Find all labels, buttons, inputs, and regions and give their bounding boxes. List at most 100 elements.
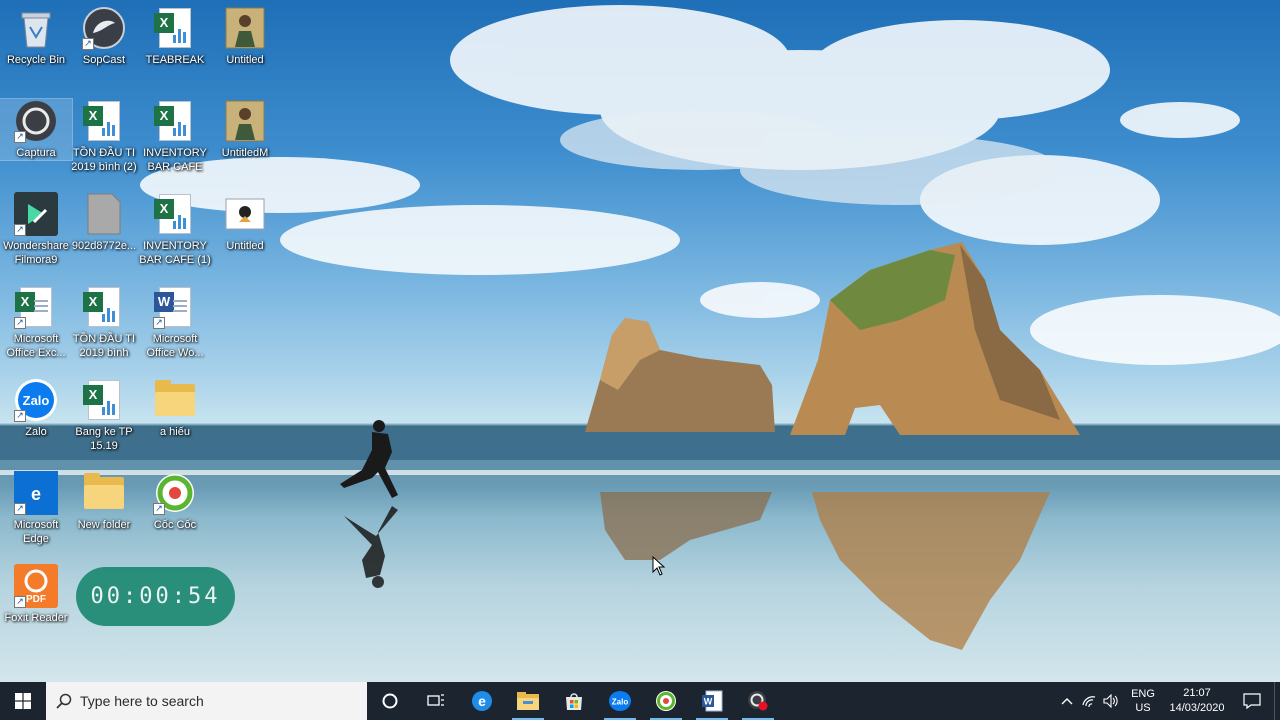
svg-text:Zalo: Zalo (23, 393, 50, 408)
desktop-icon-a-hieu[interactable]: a hiếu (139, 378, 211, 439)
desktop-icon-label: TEABREAK (145, 54, 205, 66)
desktop-icon-zalo[interactable]: Zalo ↗ Zalo (0, 378, 72, 439)
zalo-icon: Zalo ↗ (14, 378, 58, 422)
desktop-icon-label: TỒN ĐẦU TI 2019 bình (2) (71, 147, 137, 173)
captura-icon (748, 691, 768, 711)
desktop-icon-recycle-bin[interactable]: Recycle Bin (0, 6, 72, 67)
language-region: US (1135, 702, 1151, 714)
start-button[interactable] (0, 682, 46, 720)
show-desktop-button[interactable] (1274, 682, 1280, 720)
excel-file-icon: X (153, 192, 197, 236)
excel-file-icon: X (82, 99, 126, 143)
desktop-icon-word-app[interactable]: W ↗ Microsoft Office Wo... (139, 285, 211, 360)
file-icon (82, 192, 126, 236)
desktop-icon-inventory-bar-cafe-1[interactable]: X INVENTORY BAR CAFE (1) (139, 192, 211, 267)
network-button[interactable] (1078, 682, 1100, 720)
windows-logo-icon (15, 693, 31, 709)
desktop-icon-label: Zalo (25, 426, 47, 438)
desktop-icon-excel-app[interactable]: X ↗ Microsoft Office Exc... (0, 285, 72, 360)
desktop-icon-label: SopCast (82, 54, 126, 66)
image-file-icon (223, 99, 267, 143)
desktop-icon-label: Microsoft Office Exc... (6, 333, 66, 359)
desktop-icon-902d8772e[interactable]: 902d8772e... (68, 192, 140, 253)
desktop-icon-label: Captura (16, 147, 56, 159)
excel-file-icon: X (153, 99, 197, 143)
taskbar: e Zalo W ENG US 21:07 14/03/2020 (0, 682, 1280, 720)
desktop-icon-label: Bang ke TP 15.19 (75, 426, 133, 452)
folder-icon (82, 471, 126, 515)
taskbar-word-button[interactable]: W (689, 682, 735, 720)
taskbar-clock[interactable]: 21:07 14/03/2020 (1164, 686, 1230, 716)
edge-icon: e (472, 691, 492, 711)
desktop-icon-label: INVENTORY BAR CAFE (1) (139, 240, 211, 266)
svg-text:Zalo: Zalo (612, 698, 629, 707)
desktop-icon-label: UntitledM (221, 147, 269, 159)
desktop-icon-label: INVENTORY BAR CAFE (143, 147, 207, 173)
desktop-icon-ton-dau-2[interactable]: X TỒN ĐẦU TI 2019 bình (2) (68, 99, 140, 174)
taskbar-captura-button[interactable] (735, 682, 781, 720)
filmora-icon: ↗ (14, 192, 58, 236)
taskbar-store-button[interactable] (551, 682, 597, 720)
task-view-button[interactable] (413, 682, 459, 720)
desktop-icon-untitled-1[interactable]: Untitled (209, 6, 281, 67)
svg-text:W: W (704, 697, 713, 707)
search-input[interactable] (80, 693, 350, 709)
desktop-icon-untitledm[interactable]: UntitledM (209, 99, 281, 160)
search-icon (56, 693, 72, 709)
folder-icon (153, 378, 197, 422)
desktop-icon-ton-dau[interactable]: X TỒN ĐẦU TI 2019 bình (68, 285, 140, 360)
desktop-icon-label: Wondershare Filmora9 (3, 240, 69, 266)
desktop-icon-foxit[interactable]: PDF ↗ Foxit Reader (0, 564, 72, 625)
zalo-icon: Zalo (609, 691, 631, 711)
word-app-icon: W ↗ (153, 285, 197, 329)
recycle-bin-icon (14, 6, 58, 50)
taskbar-coccoc-button[interactable] (643, 682, 689, 720)
word-icon: W (702, 690, 723, 712)
cortana-button[interactable] (367, 682, 413, 720)
speaker-icon (1103, 694, 1118, 708)
desktop-icon-label: Microsoft Office Wo... (146, 333, 204, 359)
foxit-icon: PDF ↗ (14, 564, 58, 608)
action-center-button[interactable] (1230, 682, 1274, 720)
taskbar-search-box[interactable] (46, 682, 367, 720)
image-file-icon (223, 192, 267, 236)
task-view-icon (427, 694, 444, 706)
taskbar-edge-button[interactable]: e (459, 682, 505, 720)
mouse-cursor-icon (652, 556, 666, 576)
svg-text:e: e (478, 693, 486, 709)
desktop-icon-label: Recycle Bin (6, 54, 66, 66)
wifi-icon (1082, 696, 1096, 708)
captura-icon: ↗ (14, 99, 58, 143)
desktop-icon-new-folder[interactable]: New folder (68, 471, 140, 532)
desktop-icon-captura[interactable]: ↗ Captura (0, 98, 73, 161)
cortana-icon (382, 693, 398, 709)
desktop-icon-untitled-2[interactable]: Untitled (209, 192, 281, 253)
language-code: ENG (1131, 688, 1155, 700)
desktop-icon-inventory-bar-cafe[interactable]: X INVENTORY BAR CAFE (139, 99, 211, 174)
desktop-icon-label: a hiếu (160, 426, 190, 438)
desktop-icon-bang-ke[interactable]: X Bang ke TP 15.19 (68, 378, 140, 453)
sopcast-icon: ↗ (82, 6, 126, 50)
desktop-icon-label: Microsoft Edge (13, 519, 59, 545)
svg-text:PDF: PDF (26, 594, 46, 605)
desktop-icon-filmora[interactable]: ↗ Wondershare Filmora9 (0, 192, 72, 267)
coccoc-icon (656, 691, 676, 711)
coccoc-icon: ↗ (153, 471, 197, 515)
desktop-icon-teabreak[interactable]: X TEABREAK (139, 6, 211, 67)
show-hidden-icons-button[interactable] (1056, 682, 1078, 720)
desktop-icon-label: Cốc Cốc (153, 519, 197, 531)
taskbar-zalo-button[interactable]: Zalo (597, 682, 643, 720)
svg-text:e: e (31, 484, 41, 504)
excel-file-icon: X (82, 285, 126, 329)
excel-file-icon: X (82, 378, 126, 422)
desktop-icon-label: 902d8772e... (71, 240, 137, 252)
image-file-icon (223, 6, 267, 50)
store-icon (566, 693, 582, 710)
volume-button[interactable] (1100, 682, 1122, 720)
taskbar-file-explorer-button[interactable] (505, 682, 551, 720)
input-language-button[interactable]: ENG US (1122, 687, 1164, 715)
desktop-icon-coc-coc[interactable]: ↗ Cốc Cốc (139, 471, 211, 532)
desktop-icon-edge[interactable]: e ↗ Microsoft Edge (0, 471, 72, 546)
desktop-icon-sopcast[interactable]: ↗ SopCast (68, 6, 140, 67)
clock-time: 21:07 (1183, 687, 1211, 699)
